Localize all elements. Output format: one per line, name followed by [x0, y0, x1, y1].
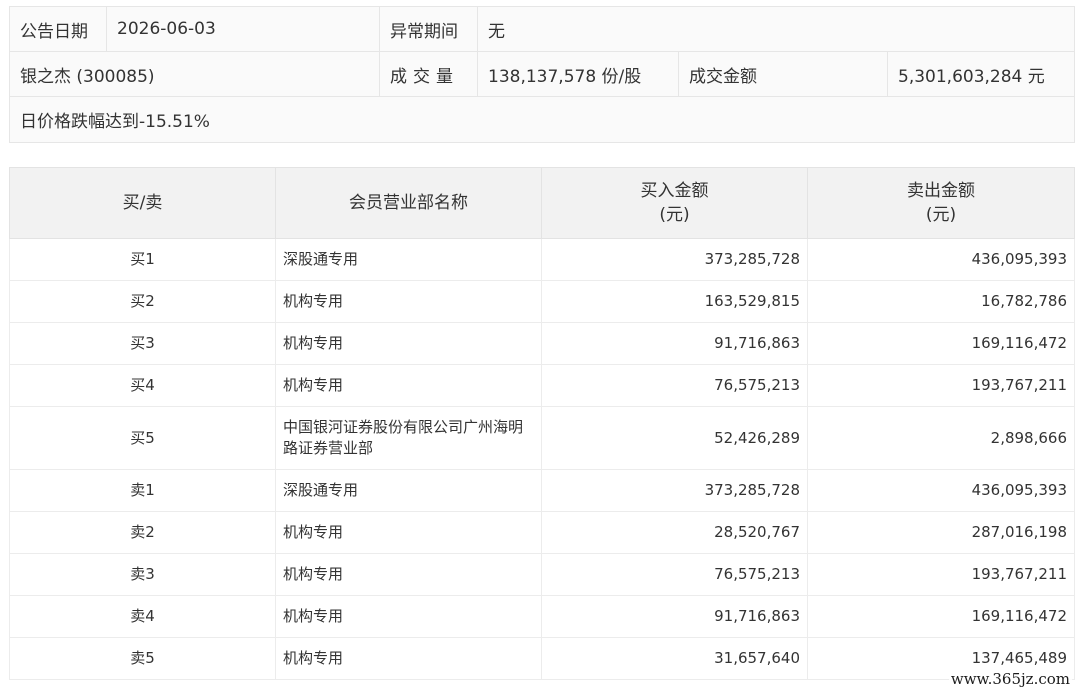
row-dept: 机构专用: [275, 553, 542, 596]
row-dept: 机构专用: [275, 364, 542, 407]
row-dept: 机构专用: [275, 322, 542, 365]
row-side: 卖2: [9, 511, 276, 554]
row-dept: 深股通专用: [275, 238, 542, 281]
row-buy-amount: 91,716,863: [541, 322, 808, 365]
header-side: 买/卖: [9, 167, 276, 239]
row-side: 买4: [9, 364, 276, 407]
volume-label: 成交量: [379, 51, 478, 97]
row-sell-amount: 193,767,211: [807, 364, 1075, 407]
row-dept: 深股通专用: [275, 469, 542, 512]
listing-reason: 日价格跌幅达到-15.51%: [8, 96, 1076, 143]
row-sell-amount: 169,116,472: [807, 595, 1075, 638]
volume-value: 138,137,578 份/股: [477, 51, 679, 97]
row-sell-amount: 169,116,472: [807, 322, 1075, 365]
abnormal-period-value: 无: [476, 6, 1076, 52]
row-side: 买2: [9, 280, 276, 323]
row-buy-amount: 52,426,289: [541, 406, 808, 470]
table-row: 买2 机构专用 163,529,815 16,782,786: [9, 280, 1075, 323]
row-dept: 机构专用: [275, 595, 542, 638]
site-watermark: www.365jz.com: [948, 670, 1072, 688]
turnover-value: 5,301,603,284 元: [886, 51, 1076, 97]
row-sell-amount: 436,095,393: [807, 238, 1075, 281]
table-row: 卖4 机构专用 91,716,863 169,116,472: [9, 595, 1075, 638]
row-side: 买1: [9, 238, 276, 281]
row-buy-amount: 31,657,640: [541, 637, 808, 680]
row-buy-amount: 373,285,728: [541, 469, 808, 512]
table-row: 卖3 机构专用 76,575,213 193,767,211: [9, 553, 1075, 596]
row-dept: 机构专用: [275, 280, 542, 323]
announcement-info-table: 公告日期 2026-06-03 异常期间 无 银之杰 (300085) 成交量 …: [8, 6, 1076, 143]
header-dept-name: 会员营业部名称: [275, 167, 542, 239]
table-row: 买1 深股通专用 373,285,728 436,095,393: [9, 238, 1075, 281]
row-sell-amount: 2,898,666: [807, 406, 1075, 470]
row-side: 卖5: [9, 637, 276, 680]
turnover-label: 成交金额: [678, 51, 888, 97]
row-dept: 中国银河证券股份有限公司广州海明路证券营业部: [275, 406, 542, 470]
announcement-date-value: 2026-06-03: [106, 6, 380, 52]
table-row: 卖1 深股通专用 373,285,728 436,095,393: [9, 469, 1075, 512]
table-row: 卖2 机构专用 28,520,767 287,016,198: [9, 511, 1075, 554]
header-buy-amount: 买入金额 (元): [541, 167, 808, 239]
row-dept: 机构专用: [275, 637, 542, 680]
row-side: 卖3: [9, 553, 276, 596]
header-sell-amount: 卖出金额 (元): [807, 167, 1075, 239]
announcement-date-label: 公告日期: [9, 6, 107, 52]
stock-name: 银之杰 (300085): [9, 51, 380, 97]
row-buy-amount: 28,520,767: [541, 511, 808, 554]
table-row: 卖5 机构专用 31,657,640 137,465,489: [9, 637, 1075, 680]
row-buy-amount: 76,575,213: [541, 553, 808, 596]
row-side: 买5: [9, 406, 276, 470]
table-row: 买3 机构专用 91,716,863 169,116,472: [9, 322, 1075, 365]
row-buy-amount: 373,285,728: [541, 238, 808, 281]
row-buy-amount: 91,716,863: [541, 595, 808, 638]
row-dept: 机构专用: [275, 511, 542, 554]
row-sell-amount: 16,782,786: [807, 280, 1075, 323]
row-sell-amount: 287,016,198: [807, 511, 1075, 554]
row-side: 卖1: [9, 469, 276, 512]
table-row: 买5 中国银河证券股份有限公司广州海明路证券营业部 52,426,289 2,8…: [9, 406, 1075, 470]
row-buy-amount: 76,575,213: [541, 364, 808, 407]
abnormal-period-label: 异常期间: [379, 6, 478, 52]
table-header-row: 买/卖 会员营业部名称 买入金额 (元) 卖出金额 (元): [9, 167, 1075, 239]
row-buy-amount: 163,529,815: [541, 280, 808, 323]
row-sell-amount: 436,095,393: [807, 469, 1075, 512]
row-side: 卖4: [9, 595, 276, 638]
row-sell-amount: 193,767,211: [807, 553, 1075, 596]
table-row: 买4 机构专用 76,575,213 193,767,211: [9, 364, 1075, 407]
trading-dept-table: 买/卖 会员营业部名称 买入金额 (元) 卖出金额 (元) 买1 深股通专用 3…: [9, 167, 1075, 680]
row-side: 买3: [9, 322, 276, 365]
